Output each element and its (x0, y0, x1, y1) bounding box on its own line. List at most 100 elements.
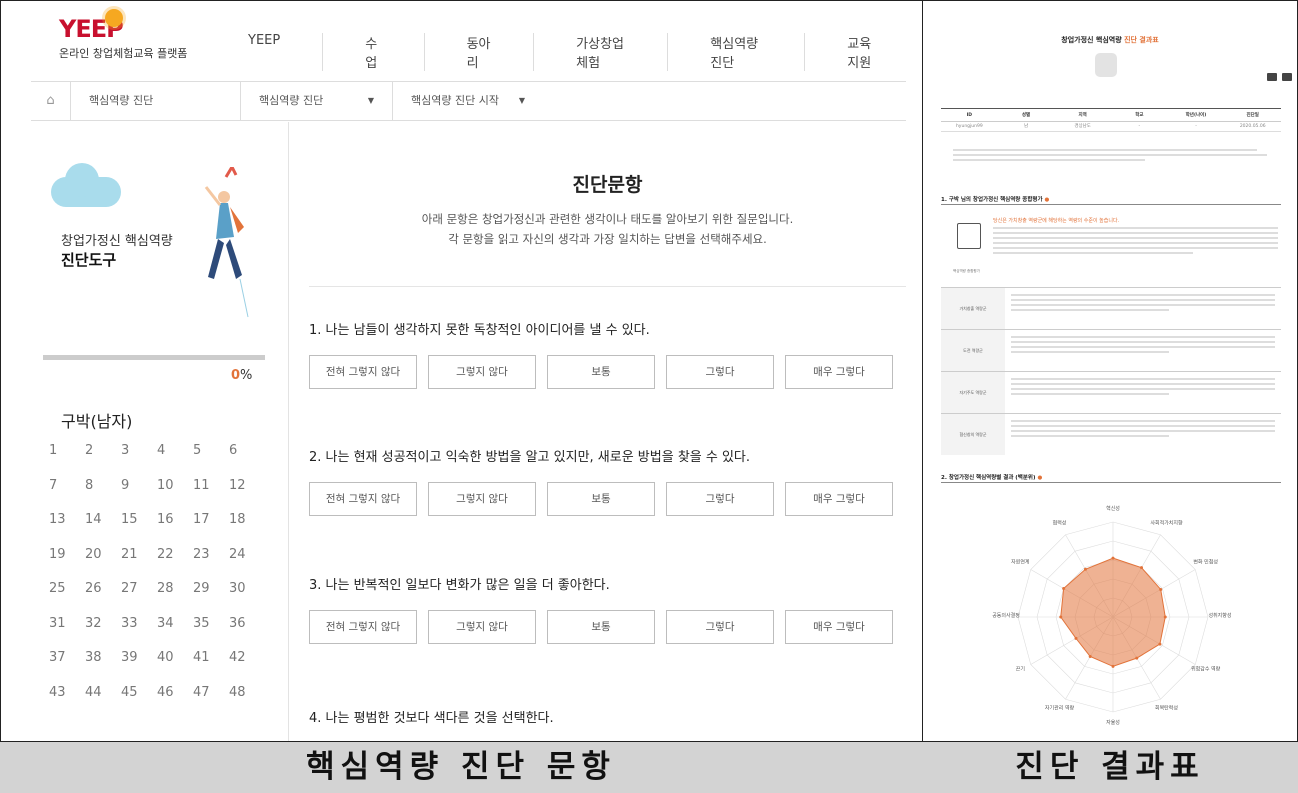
nav-core-competency[interactable]: 핵심역량 진단 (667, 33, 804, 71)
section-title-text: 1. 구박 님의 창업가정신 핵심역량 종합평가 (941, 197, 1043, 203)
question-number[interactable]: 20 (85, 544, 121, 566)
question-number[interactable]: 21 (121, 544, 157, 566)
answer-option-button[interactable]: 매우 그렇다 (785, 482, 893, 516)
yeep-logo[interactable]: YEEP 온라인 창업체험교육 플랫폼 (59, 9, 188, 61)
breadcrumb-dropdown-1[interactable]: 핵심역량 진단 ▼ (241, 81, 393, 121)
breadcrumb-item[interactable]: 핵심역량 진단 (71, 81, 241, 121)
question-number[interactable]: 48 (229, 682, 265, 704)
header-cell: 학년(나이) (1185, 113, 1207, 118)
question-number[interactable]: 47 (193, 682, 229, 704)
question-number[interactable]: 22 (157, 544, 193, 566)
download-icon[interactable] (1267, 73, 1277, 81)
question-number[interactable]: 10 (157, 475, 193, 497)
question-number[interactable]: 33 (121, 613, 157, 635)
question-number[interactable]: 6 (229, 440, 265, 462)
question-number[interactable]: 46 (157, 682, 193, 704)
question-number[interactable]: 14 (85, 509, 121, 531)
header-cell: 지역 (1078, 113, 1087, 118)
question-number[interactable]: 37 (49, 647, 85, 669)
question-number[interactable]: 39 (121, 647, 157, 669)
question-number[interactable]: 19 (49, 544, 85, 566)
logo-subtitle: 온라인 창업체험교육 플랫폼 (59, 47, 188, 60)
question-number[interactable]: 2 (85, 440, 121, 462)
header-cell: 진단일 (1246, 113, 1259, 118)
question-number[interactable]: 3 (121, 440, 157, 462)
question-number[interactable]: 25 (49, 578, 85, 600)
question-number[interactable]: 36 (229, 613, 265, 635)
answer-option-button[interactable]: 그렇지 않다 (428, 355, 536, 389)
question-number[interactable]: 38 (85, 647, 121, 669)
question-number[interactable]: 16 (157, 509, 193, 531)
category-description (1005, 330, 1281, 371)
question-number[interactable]: 23 (193, 544, 229, 566)
question-number[interactable]: 18 (229, 509, 265, 531)
question-number[interactable]: 32 (85, 613, 121, 635)
answer-option-button[interactable]: 그렇지 않다 (428, 610, 536, 644)
description-line: 아래 문항은 창업가정신과 관련한 생각이나 태도를 알아보기 위한 질문입니다… (421, 212, 794, 226)
question-number[interactable]: 29 (193, 578, 229, 600)
question-number[interactable]: 26 (85, 578, 121, 600)
question-number[interactable]: 34 (157, 613, 193, 635)
question-number[interactable]: 40 (157, 647, 193, 669)
question-number[interactable]: 28 (157, 578, 193, 600)
progress-percent: 0% (231, 368, 252, 383)
question-number[interactable]: 42 (229, 647, 265, 669)
question-number[interactable]: 43 (49, 682, 85, 704)
radar-label: 변화 민첩성 (1193, 559, 1218, 566)
question-number[interactable]: 15 (121, 509, 157, 531)
question-number[interactable]: 41 (193, 647, 229, 669)
question-number[interactable]: 45 (121, 682, 157, 704)
header-cell: 성별 (1021, 113, 1031, 118)
question-number[interactable]: 11 (193, 475, 229, 497)
question-number[interactable]: 5 (193, 440, 229, 462)
question-number-grid: 1 2 3 4 5 6 7 8 9 10 11 12 13 14 15 16 17 18 19 20 21 22 23 24 2… (49, 440, 265, 704)
answer-option-button[interactable]: 그렇다 (666, 482, 774, 516)
question-text: 4. 나는 평범한 것보다 색다른 것을 선택한다. (309, 711, 554, 726)
sidebar: 창업가정신 핵심역량 진단도구 0% 구박(남자) 1 2 3 4 5 6 7 8 9 10 11 1… (31, 122, 289, 741)
answer-option-button[interactable]: 전혀 그렇지 않다 (309, 355, 417, 389)
answer-option-button[interactable]: 그렇지 않다 (428, 482, 536, 516)
breadcrumb-dropdown-2[interactable]: 핵심역량 진단 시작 ▼ (393, 81, 543, 121)
radar-label: 성취지향성 (1208, 612, 1231, 619)
question-number[interactable]: 9 (121, 475, 157, 497)
question-number[interactable]: 1 (49, 440, 85, 462)
nav-yeep[interactable]: YEEP (206, 33, 322, 71)
nav-education-support[interactable]: 교육지원 (804, 33, 922, 71)
print-icon[interactable] (1282, 73, 1292, 81)
question-number[interactable]: 13 (49, 509, 85, 531)
category-label: 가치창출 역량군 (941, 288, 1005, 329)
answer-option-button[interactable]: 전혀 그렇지 않다 (309, 610, 417, 644)
radar-point (1158, 642, 1162, 646)
answer-option-button[interactable]: 매우 그렇다 (785, 610, 893, 644)
answer-option-button[interactable]: 보통 (547, 610, 655, 644)
diagnosis-screen: YEEP 온라인 창업체험교육 플랫폼 YEEP 수업 동아리 가상창업체험 핵… (1, 1, 922, 741)
nav-club[interactable]: 동아리 (423, 33, 534, 71)
answer-option-button[interactable]: 그렇다 (666, 355, 774, 389)
breadcrumb-label: 핵심역량 진단 시작 (411, 94, 499, 107)
question-number[interactable]: 30 (229, 578, 265, 600)
home-icon[interactable]: ⌂ (31, 81, 71, 121)
radar-label: 자기관리 역량 (1045, 705, 1075, 712)
question-number[interactable]: 27 (121, 578, 157, 600)
question-number[interactable]: 17 (193, 509, 229, 531)
radar-point (1140, 566, 1143, 570)
answer-option-button[interactable]: 그렇다 (666, 610, 774, 644)
question-number[interactable]: 35 (193, 613, 229, 635)
question-number[interactable]: 31 (49, 613, 85, 635)
category-label: 협신창의 역량군 (941, 414, 1005, 455)
question-item: 1. 나는 남들이 생각하지 못한 독창적인 아이디어를 낼 수 있다. 전혀 그… (309, 319, 906, 389)
profile-table: ID 성별 지역 학교 학년(나이) 진단일 hyungjun99 남 경상남도… (941, 108, 1281, 132)
answer-option-button[interactable]: 매우 그렇다 (785, 355, 893, 389)
question-number[interactable]: 4 (157, 440, 193, 462)
question-number[interactable]: 7 (49, 475, 85, 497)
question-number[interactable]: 44 (85, 682, 121, 704)
nav-class[interactable]: 수업 (322, 33, 423, 71)
nav-virtual-startup[interactable]: 가상창업체험 (533, 33, 667, 71)
answer-option-button[interactable]: 보통 (547, 482, 655, 516)
answer-option-button[interactable]: 보통 (547, 355, 655, 389)
question-number[interactable]: 12 (229, 475, 265, 497)
answer-option-button[interactable]: 전혀 그렇지 않다 (309, 482, 417, 516)
question-number[interactable]: 8 (85, 475, 121, 497)
question-number[interactable]: 24 (229, 544, 265, 566)
radar-point (1059, 615, 1063, 619)
